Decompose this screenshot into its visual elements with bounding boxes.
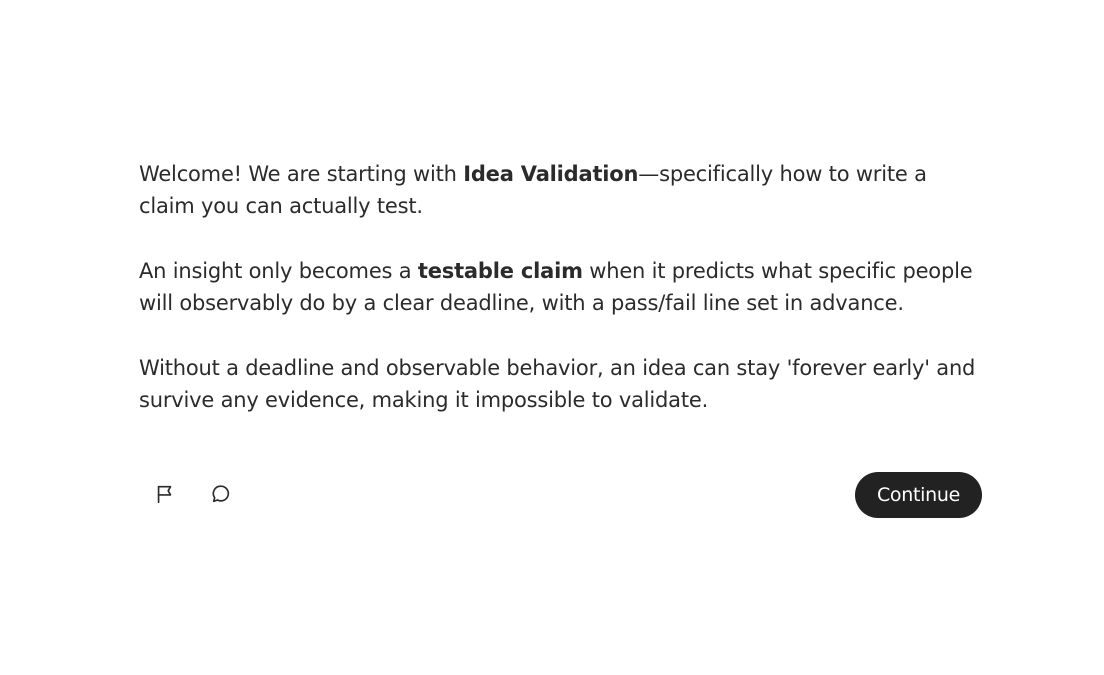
continue-button[interactable]: Continue <box>854 472 982 518</box>
comment-icon <box>210 483 232 508</box>
definition-paragraph: An insight only becomes a testable claim… <box>139 255 982 319</box>
definition-highlight: testable claim <box>417 259 583 283</box>
explanation-text: Without a deadline and observable behavi… <box>139 356 976 412</box>
flag-button[interactable] <box>147 477 183 513</box>
feedback-icons <box>139 477 239 513</box>
intro-highlight: Idea Validation <box>463 162 639 186</box>
flag-icon <box>154 483 176 508</box>
definition-text-before: An insight only becomes a <box>139 259 418 283</box>
intro-paragraph: Welcome! We are starting with Idea Valid… <box>139 158 982 222</box>
comment-button[interactable] <box>203 477 239 513</box>
intro-text-before: Welcome! We are starting with <box>139 162 464 186</box>
lesson-content: Welcome! We are starting with Idea Valid… <box>139 158 982 416</box>
explanation-paragraph: Without a deadline and observable behavi… <box>139 352 982 416</box>
action-bar: Continue <box>139 472 982 518</box>
